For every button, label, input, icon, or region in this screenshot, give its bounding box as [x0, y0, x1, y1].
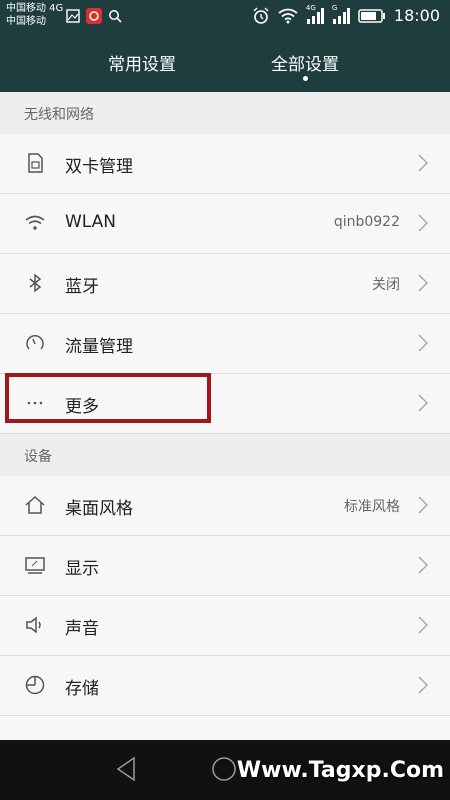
network-badge-1: 4G	[305, 3, 316, 12]
app-notification-icon	[86, 8, 102, 24]
carrier-line-1: 中国移动 4G	[6, 3, 64, 14]
sim-card-icon	[24, 152, 46, 174]
chevron-right-icon	[416, 214, 430, 232]
carrier-line-2: 中国移动	[6, 16, 46, 27]
row-label: 双卡管理	[65, 157, 133, 177]
row-label: 桌面风格	[65, 499, 133, 519]
section-header-wireless: 无线和网络	[0, 92, 450, 134]
signal-strength-2-icon: G	[332, 4, 350, 24]
settings-row-dual-sim[interactable]: 双卡管理	[0, 134, 450, 194]
settings-tab-bar: 常用设置 全部设置	[0, 34, 450, 92]
row-value: 标准风格	[344, 499, 400, 515]
settings-row-data-usage[interactable]: 流量管理	[0, 314, 450, 374]
home-icon	[24, 494, 46, 516]
tab-common-settings[interactable]: 常用设置	[108, 50, 176, 75]
active-tab-indicator	[303, 76, 308, 81]
chevron-right-icon	[416, 616, 430, 634]
wifi-status-icon	[278, 8, 298, 24]
signal-strength-1-icon: 4G	[306, 4, 324, 24]
chevron-right-icon	[416, 556, 430, 574]
battery-icon	[358, 8, 386, 23]
clock-time: 18:00	[393, 6, 440, 25]
storage-icon	[24, 674, 46, 696]
section-title: 无线和网络	[24, 107, 94, 123]
home-button-icon[interactable]	[211, 756, 237, 782]
chevron-right-icon	[416, 274, 430, 292]
tab-all-settings[interactable]: 全部设置	[271, 50, 339, 75]
chevron-right-icon	[416, 334, 430, 352]
speaker-icon	[24, 614, 46, 636]
settings-row-sound[interactable]: 声音	[0, 596, 450, 656]
wifi-icon	[24, 212, 46, 234]
alarm-icon	[252, 7, 270, 25]
row-label: 流量管理	[65, 337, 133, 357]
settings-row-display[interactable]: 显示	[0, 536, 450, 596]
row-label: 蓝牙	[65, 277, 99, 297]
display-icon	[24, 554, 46, 576]
gauge-icon	[24, 332, 46, 354]
search-icon	[108, 9, 122, 23]
section-header-device: 设备	[0, 434, 450, 476]
row-label: 声音	[65, 619, 99, 639]
row-value: qinb0922	[333, 214, 400, 230]
chevron-right-icon	[416, 154, 430, 172]
settings-row-storage[interactable]: 存储	[0, 656, 450, 716]
back-icon[interactable]	[114, 756, 138, 782]
row-value: 关闭	[372, 277, 400, 293]
row-label: WLAN	[65, 212, 117, 232]
row-label: 存储	[65, 679, 99, 699]
chevron-right-icon	[416, 496, 430, 514]
bluetooth-icon	[24, 272, 46, 294]
settings-row-home-style[interactable]: 桌面风格 标准风格	[0, 476, 450, 536]
chevron-right-icon	[416, 394, 430, 412]
carrier-info: 中国移动 4G 中国移动	[6, 2, 63, 28]
watermark: Www.Tagxp.Com	[236, 758, 444, 783]
row-label: 显示	[65, 559, 99, 579]
status-bar: 中国移动 4G 中国移动 4G G 18:00	[0, 0, 450, 34]
settings-row-partial	[0, 716, 450, 740]
chevron-right-icon	[416, 676, 430, 694]
section-title: 设备	[24, 449, 52, 465]
network-badge-2: G	[331, 3, 338, 12]
image-notification-icon	[66, 9, 80, 23]
settings-row-wlan[interactable]: WLAN qinb0922	[0, 194, 450, 254]
highlight-box	[5, 373, 211, 423]
settings-row-bluetooth[interactable]: 蓝牙 关闭	[0, 254, 450, 314]
